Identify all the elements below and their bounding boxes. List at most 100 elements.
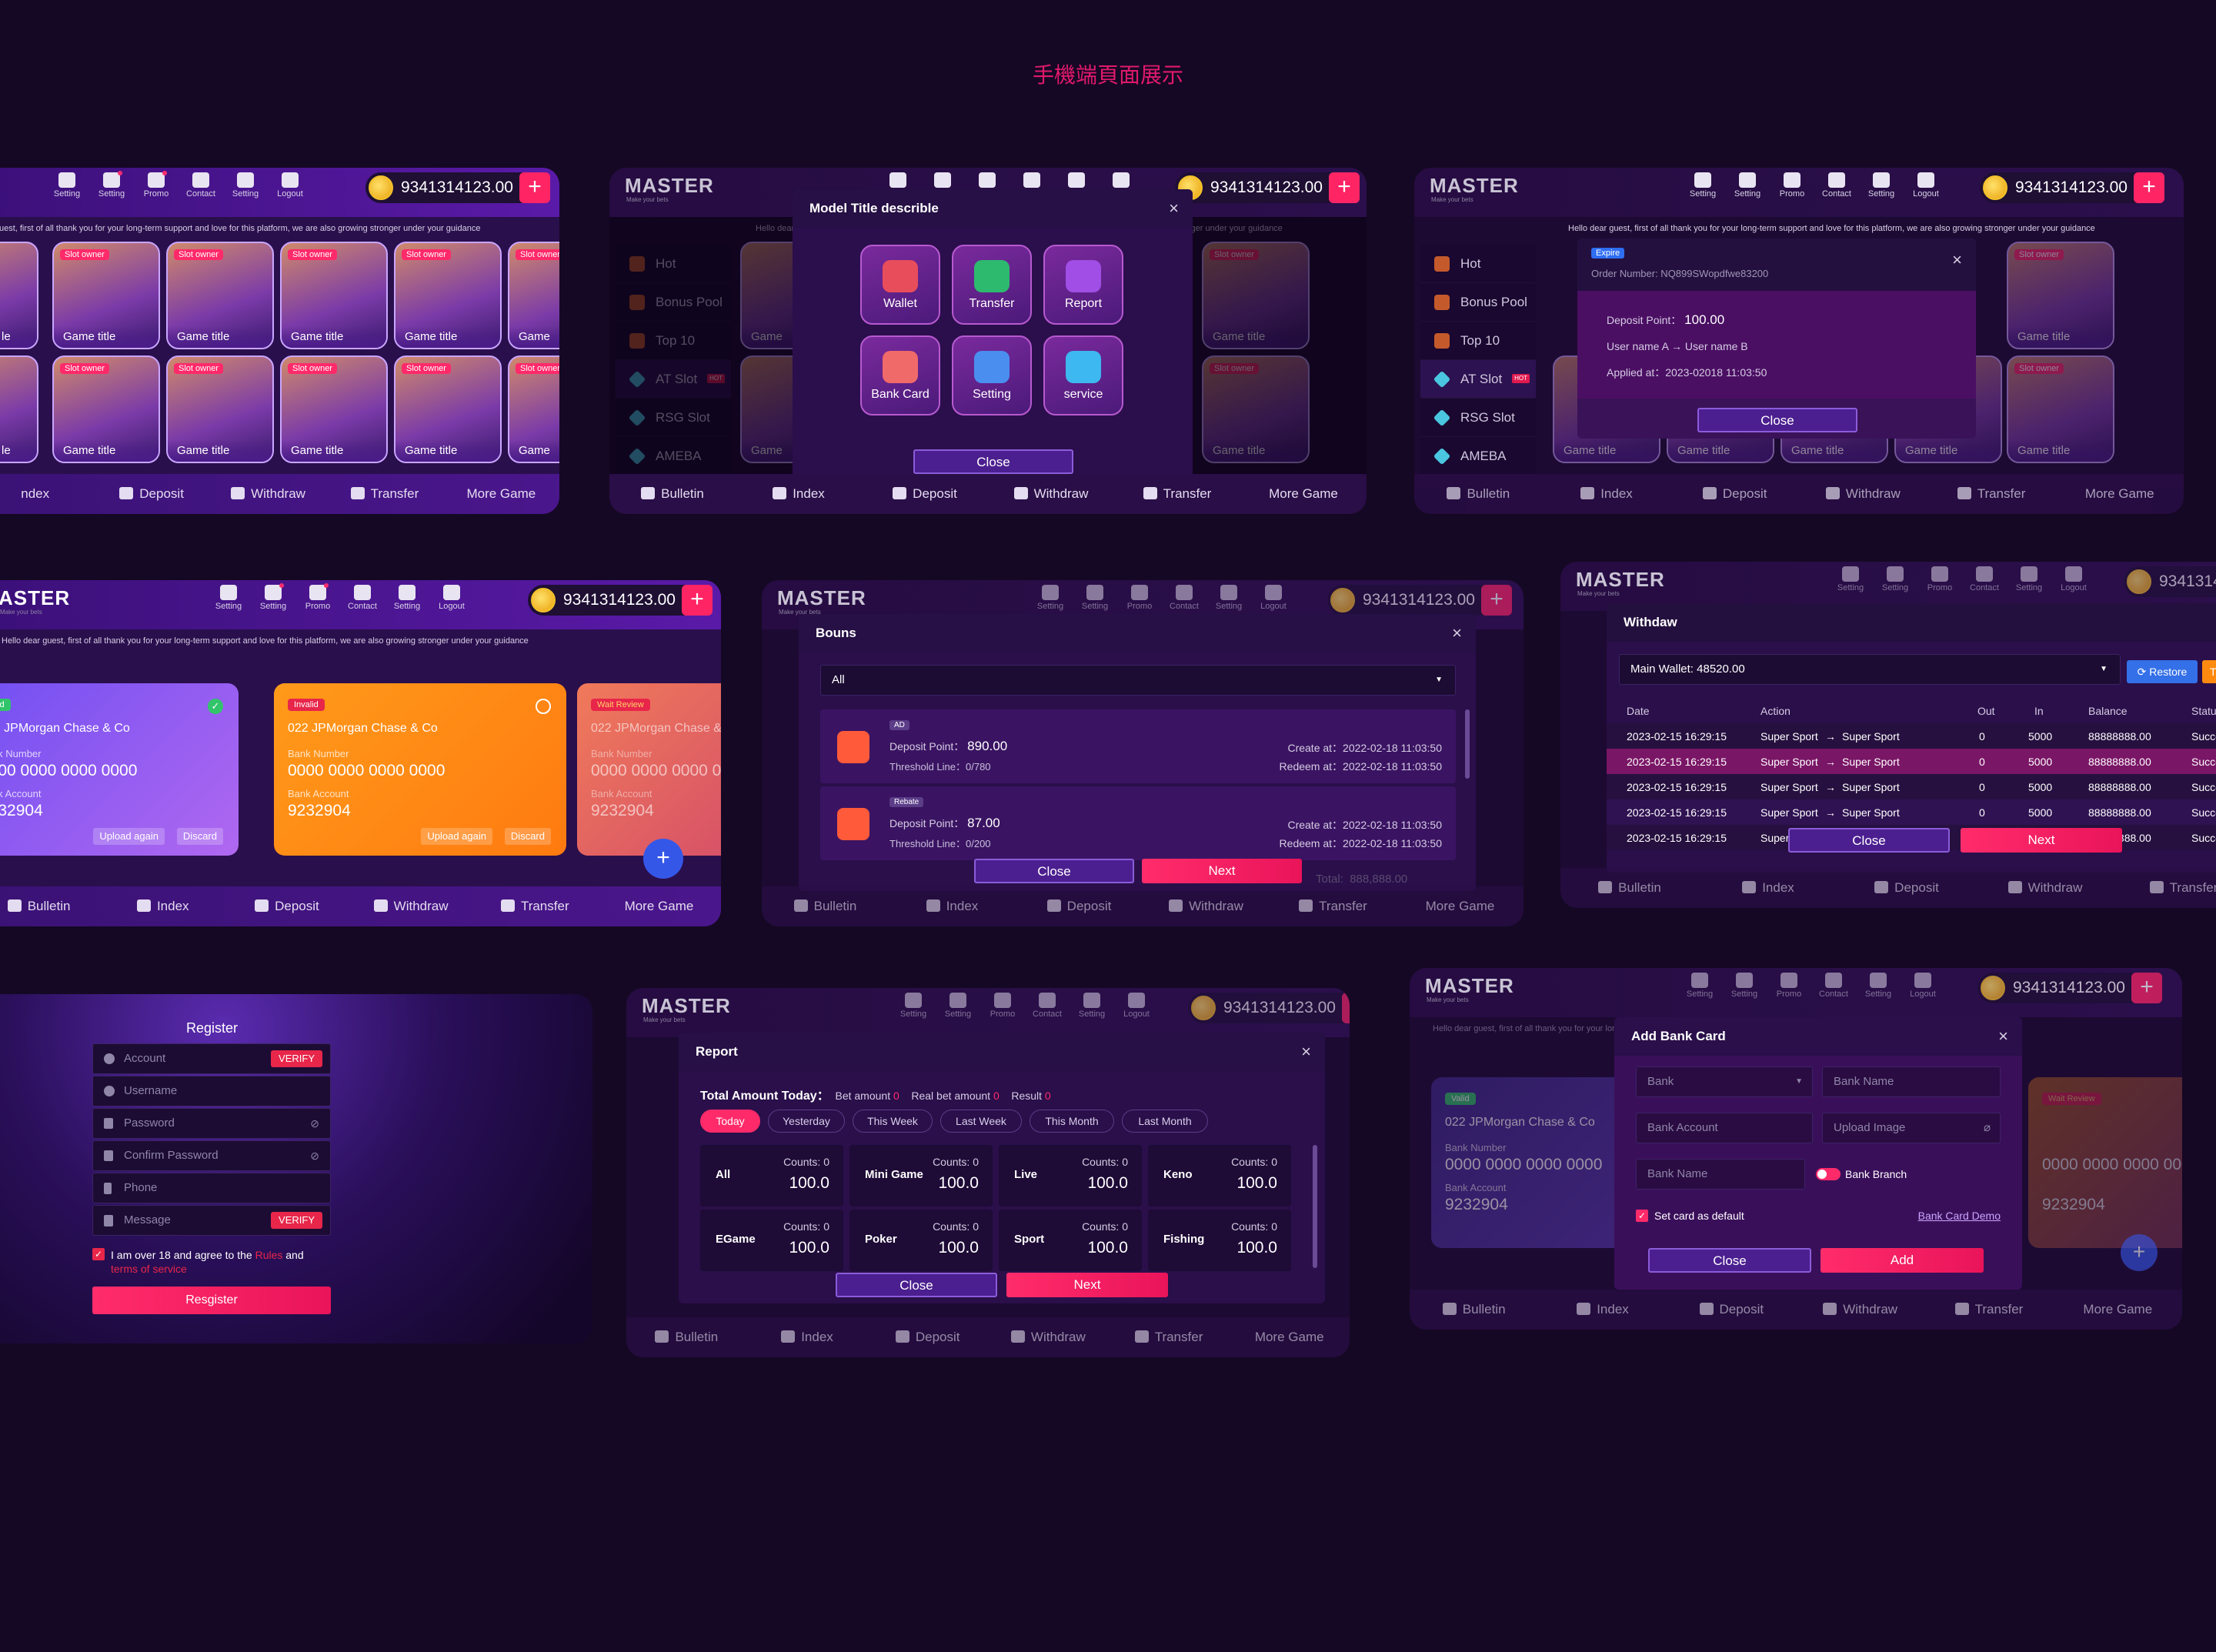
verify-button[interactable]: VERIFY — [271, 1212, 322, 1229]
game-tile[interactable]: Slot ownerGame title — [52, 242, 160, 349]
transfer-button[interactable]: Tr — [2202, 660, 2216, 683]
nav-setting[interactable]: Setting — [894, 993, 933, 1019]
close-icon[interactable]: × — [1169, 189, 1179, 228]
tab-transfer[interactable]: Transfer — [1924, 1302, 2053, 1317]
game-tile[interactable]: Slot ownerGame title — [52, 355, 160, 463]
game-tile[interactable]: Slot ownerGame title — [394, 355, 502, 463]
restore-button[interactable]: ⟳ Restore — [2127, 660, 2198, 683]
tab-transfer[interactable]: Transfer — [2114, 880, 2216, 896]
bonus-item[interactable]: Rebate Deposit Point： 87.00 Threshold Li… — [820, 786, 1456, 860]
account-field[interactable]: Account VERIFY — [92, 1043, 331, 1074]
nav-bag[interactable] — [923, 172, 962, 189]
service-tile[interactable]: service — [1043, 335, 1123, 416]
discard-button[interactable]: Discard — [176, 828, 223, 845]
deposit-plus-button[interactable]: + — [1342, 993, 1350, 1023]
tab-withdraw[interactable]: Withdraw — [1143, 899, 1270, 914]
game-tile[interactable]: Slot ownerGame title — [166, 355, 274, 463]
game-tile[interactable]: Slot owner Game — [508, 355, 559, 463]
eye-off-icon[interactable]: ⊘ — [310, 1141, 319, 1170]
nav-contact[interactable]: Contact — [1814, 973, 1853, 999]
bank-card-tile[interactable]: Bank Card — [860, 335, 940, 416]
nav-setting-3[interactable]: Setting — [1210, 585, 1248, 611]
tab-more-game[interactable]: More Game — [1229, 1330, 1350, 1345]
sidebar-item-bonus[interactable]: Bonus Pool — [1420, 283, 1536, 322]
tab-bulletin[interactable]: Bulletin — [626, 1330, 747, 1345]
tab-index[interactable]: Index — [747, 1330, 868, 1345]
nav-setting-2[interactable]: Setting — [1876, 566, 1914, 592]
tab-more-game[interactable]: More Game — [2054, 1302, 2182, 1317]
nav-setting[interactable]: Setting — [48, 172, 86, 199]
scrollbar[interactable] — [1465, 709, 1470, 779]
tab-deposit[interactable]: Deposit — [93, 486, 209, 502]
nav-setting[interactable]: Setting — [1831, 566, 1870, 592]
bank-name-field-2[interactable]: Bank Name — [1636, 1159, 1805, 1190]
nav-setting-3[interactable]: Setting — [1862, 172, 1901, 199]
bank-select[interactable]: Bank ▼ — [1636, 1066, 1813, 1097]
bank-card-review[interactable]: Wait Review 022 JPMorgan Chase & Co Bank… — [577, 683, 721, 856]
tab-more-game[interactable]: More Game — [1240, 486, 1367, 502]
tab-index[interactable]: ndex — [0, 486, 93, 502]
add-card-fab[interactable]: + — [643, 839, 683, 879]
nav-logout[interactable]: Logout — [1117, 993, 1156, 1019]
nav-promo[interactable]: Promo — [983, 993, 1022, 1019]
tab-bulletin[interactable]: Bulletin — [609, 486, 736, 502]
tab-bulletin[interactable]: Bulletin — [1560, 880, 1699, 896]
table-row[interactable]: 2023-02-15 16:29:15 Super Sport → Super Spo… — [1607, 749, 2216, 774]
tab-withdraw[interactable]: Withdraw — [988, 1330, 1109, 1345]
nav-setting-2[interactable]: Setting — [92, 171, 131, 199]
verify-button[interactable]: VERIFY — [271, 1050, 322, 1067]
nav-logout[interactable] — [1102, 172, 1140, 189]
nav-logout[interactable]: Logout — [1904, 973, 1942, 999]
close-button[interactable]: Close — [913, 449, 1073, 474]
nav-contact[interactable]: Contact — [1028, 993, 1066, 1019]
nav-logout[interactable]: Logout — [2054, 566, 2093, 592]
nav-setting-2[interactable]: Setting — [1728, 172, 1767, 199]
nav-promo[interactable]: Promo — [1770, 973, 1808, 999]
nav-promo[interactable]: Promo — [1120, 585, 1159, 611]
tab-withdraw[interactable]: Withdraw — [1976, 880, 2114, 896]
phone-field[interactable]: Phone — [92, 1173, 331, 1203]
bank-card-invalid[interactable]: Invalid 022 JPMorgan Chase & Co Bank Num… — [274, 683, 566, 856]
nav-contact[interactable]: Contact — [1965, 566, 2004, 592]
tab-transfer[interactable]: Transfer — [326, 486, 442, 502]
game-tile[interactable]: Slot ownerGame title — [2007, 355, 2114, 463]
nav-promo[interactable]: Promo — [1773, 172, 1811, 199]
bank-account-field[interactable]: Bank Account — [1636, 1113, 1813, 1143]
nav-setting[interactable]: Setting — [1031, 585, 1070, 611]
nav-promo[interactable]: Promo — [137, 171, 175, 199]
tab-index[interactable]: Index — [736, 486, 862, 502]
nav-setting-3[interactable]: Setting — [1073, 993, 1111, 1019]
game-tile[interactable]: Slot ownerGame title — [394, 242, 502, 349]
nav-logout[interactable]: Logout — [271, 172, 309, 199]
next-button[interactable]: Next — [1006, 1273, 1168, 1297]
report-tile[interactable]: Report — [1043, 245, 1123, 325]
close-icon[interactable]: × — [1452, 614, 1462, 652]
tab-bulletin[interactable]: Bulletin — [0, 899, 101, 914]
tab-transfer[interactable]: Transfer — [473, 899, 597, 914]
close-button[interactable]: Close — [836, 1273, 997, 1297]
discard-button[interactable]: Discard — [504, 828, 551, 845]
tab-deposit[interactable]: Deposit — [225, 899, 349, 914]
eye-off-icon[interactable]: ⊘ — [310, 1109, 319, 1138]
confirm-password-field[interactable]: Confirm Password ⊘ — [92, 1140, 331, 1171]
wallet-select[interactable]: Main Wallet: 48520.00 ▼ — [1619, 654, 2121, 685]
tab-this-week[interactable]: This Week — [853, 1110, 933, 1133]
nav-contact[interactable]: Contact — [343, 585, 382, 611]
bank-name-field[interactable]: Bank Name — [1822, 1066, 2001, 1097]
sidebar-item-ameba[interactable]: AMEBA — [1420, 437, 1536, 476]
tab-yesterday[interactable]: Yesterday — [768, 1110, 845, 1133]
password-field[interactable]: Password ⊘ — [92, 1108, 331, 1139]
close-button[interactable]: Close — [1697, 408, 1857, 432]
rules-link[interactable]: Rules — [255, 1249, 283, 1261]
tab-last-month[interactable]: Last Month — [1122, 1110, 1208, 1133]
tab-deposit[interactable]: Deposit — [1016, 899, 1143, 914]
nav-user[interactable] — [1057, 172, 1096, 189]
tab-withdraw[interactable]: Withdraw — [349, 899, 473, 914]
scrollbar[interactable] — [1313, 1145, 1317, 1268]
tab-more-game[interactable]: More Game — [597, 899, 721, 914]
game-tile[interactable]: Slot ownerGame title — [2007, 242, 2114, 349]
nav-gift[interactable] — [968, 172, 1006, 189]
upload-again-button[interactable]: Upload again — [93, 828, 165, 845]
tab-deposit[interactable]: Deposit — [862, 486, 988, 502]
nav-contact[interactable]: Contact — [182, 172, 220, 199]
